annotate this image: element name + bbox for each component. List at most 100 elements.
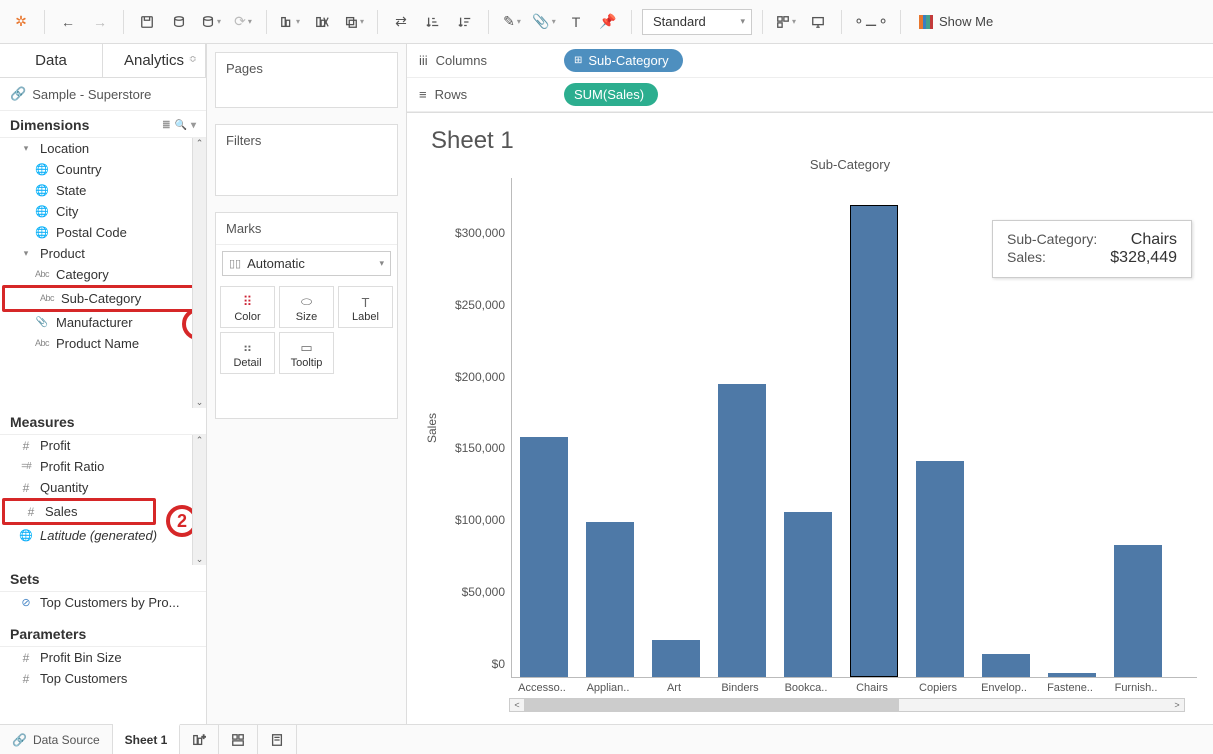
pages-card[interactable]: Pages	[215, 52, 398, 108]
sheet-tab-bar: 🔗Data Source Sheet 1 +	[0, 724, 1213, 754]
param-top-customers[interactable]: Top Customers	[0, 668, 206, 689]
save-button[interactable]	[134, 9, 160, 35]
tab-analytics[interactable]: Analytics≎	[103, 44, 206, 77]
measure-sales[interactable]: Sales	[2, 498, 156, 525]
xlabel: Art	[641, 678, 707, 694]
group-button[interactable]: 📎	[531, 9, 557, 35]
highlight-button[interactable]: ✎	[499, 9, 525, 35]
marks-tooltip-button[interactable]: ▭Tooltip	[279, 332, 334, 374]
presentation-mode-button[interactable]	[805, 9, 831, 35]
dimensions-scrollbar[interactable]: ⌃ ⌄	[192, 138, 206, 408]
bar-applian[interactable]	[586, 522, 634, 677]
view-canvas: iiiColumns ⊞ Sub-Category ≡Rows SUM(Sale…	[407, 44, 1213, 724]
parameters-header: Parameters	[0, 620, 206, 647]
bar-chairs[interactable]	[850, 205, 898, 677]
clear-sheet-button[interactable]	[309, 9, 335, 35]
chart-x-title: Sub-Category	[503, 157, 1197, 172]
new-dashboard-tab[interactable]	[219, 725, 258, 754]
view-as-list-icon[interactable]: ≣	[162, 120, 170, 131]
xlabel: Binders	[707, 678, 773, 694]
set-top-customers-by-profit[interactable]: Top Customers by Pro...	[0, 592, 206, 613]
show-cards-button[interactable]	[773, 9, 799, 35]
new-story-tab[interactable]	[258, 725, 297, 754]
bar-copiers[interactable]	[916, 461, 964, 677]
fit-mode-select[interactable]: Standard	[642, 9, 752, 35]
tab-data[interactable]: Data	[0, 44, 103, 77]
datasource-row[interactable]: 🔗 Sample - Superstore	[0, 78, 206, 111]
main-toolbar: ✲ ← → ⟳ ⇄ ✎ 📎 T 📌 Standard ⚬⚊⚬ Show Me	[0, 0, 1213, 44]
rows-pill-sum-sales[interactable]: SUM(Sales)	[564, 83, 658, 106]
scroll-left-button[interactable]: <	[510, 700, 524, 710]
filters-card-title: Filters	[216, 125, 397, 156]
tooltip-icon: ▭	[282, 339, 331, 357]
measures-scrollbar[interactable]: ⌃ ⌄	[192, 435, 206, 565]
bar-fastene[interactable]	[1048, 673, 1096, 677]
columns-shelf[interactable]: iiiColumns ⊞ Sub-Category	[407, 44, 1213, 78]
mark-type-value: Automatic	[247, 256, 305, 271]
bar-accesso[interactable]	[520, 437, 568, 677]
bar-bookca[interactable]	[784, 512, 832, 677]
rows-icon: ≡	[419, 87, 427, 102]
new-worksheet-button[interactable]	[277, 9, 303, 35]
sort-asc-button[interactable]	[420, 9, 446, 35]
pill-label: SUM(Sales)	[574, 87, 644, 102]
new-worksheet-tab[interactable]: +	[180, 725, 219, 754]
bar-binders[interactable]	[718, 384, 766, 677]
dim-location[interactable]: Location	[0, 138, 206, 159]
tab-data-source[interactable]: 🔗Data Source	[0, 725, 113, 754]
measure-profit[interactable]: Profit	[0, 435, 206, 456]
search-icon[interactable]: 🔍	[175, 120, 187, 131]
dim-country[interactable]: Country	[0, 159, 206, 180]
forward-button[interactable]: →	[87, 9, 113, 35]
bar-furnish[interactable]	[1114, 545, 1162, 677]
dim-city[interactable]: City	[0, 201, 206, 222]
filters-card[interactable]: Filters	[215, 124, 398, 196]
columns-shelf-label: Columns	[436, 53, 487, 68]
scroll-right-button[interactable]: >	[1170, 700, 1184, 710]
back-button[interactable]: ←	[55, 9, 81, 35]
share-button[interactable]: ⚬⚊⚬	[852, 9, 890, 35]
xlabel: Envelop..	[971, 678, 1037, 694]
mark-type-select[interactable]: ▯▯ Automatic	[222, 251, 391, 276]
measure-profit-ratio[interactable]: Profit Ratio	[0, 456, 206, 477]
menu-icon[interactable]: ▾	[191, 120, 196, 131]
dim-product-name[interactable]: Product Name	[0, 333, 206, 354]
data-sidebar: Data Analytics≎ 🔗 Sample - Superstore Di…	[0, 44, 207, 724]
new-datasource-button[interactable]	[166, 9, 192, 35]
dim-manufacturer[interactable]: Manufacturer	[0, 312, 206, 333]
plot-area[interactable]: Sub-Category:Chairs Sales:$328,449	[511, 178, 1197, 678]
bar-art[interactable]	[652, 640, 700, 677]
pause-updates-button[interactable]	[198, 9, 224, 35]
chart-container: Sheet 1 Sub-Category Sales $0$50,000$100…	[407, 113, 1213, 724]
shelves: iiiColumns ⊞ Sub-Category ≡Rows SUM(Sale…	[407, 44, 1213, 113]
param-profit-bin-size[interactable]: Profit Bin Size	[0, 647, 206, 668]
sheet-title[interactable]: Sheet 1	[431, 127, 1197, 155]
tab-sheet-1[interactable]: Sheet 1	[113, 724, 181, 754]
xlabel: Bookca..	[773, 678, 839, 694]
dim-sub-category[interactable]: Sub-Category	[2, 285, 204, 312]
tableau-logo-icon[interactable]: ✲	[8, 9, 34, 35]
marks-size-button[interactable]: ⬭Size	[279, 286, 334, 328]
xlabel: Furnish..	[1103, 678, 1169, 694]
xlabel: Fastene..	[1037, 678, 1103, 694]
pin-button[interactable]: 📌	[595, 9, 621, 35]
measure-quantity[interactable]: Quantity	[0, 477, 206, 498]
bar-envelop[interactable]	[982, 654, 1030, 677]
marks-label-button[interactable]: TLabel	[338, 286, 393, 328]
dim-postal-code[interactable]: Postal Code	[0, 222, 206, 243]
dim-state[interactable]: State	[0, 180, 206, 201]
sort-desc-button[interactable]	[452, 9, 478, 35]
show-me-label: Show Me	[939, 14, 993, 29]
chart-horizontal-scrollbar[interactable]: < >	[509, 698, 1185, 712]
marks-detail-button[interactable]: ⠶Detail	[220, 332, 275, 374]
show-me-button[interactable]: Show Me	[911, 8, 1001, 36]
columns-pill-subcategory[interactable]: ⊞ Sub-Category	[564, 49, 683, 72]
refresh-button[interactable]: ⟳	[230, 9, 256, 35]
marks-color-button[interactable]: ⠿Color	[220, 286, 275, 328]
dim-category[interactable]: Category	[0, 264, 206, 285]
duplicate-sheet-button[interactable]	[341, 9, 367, 35]
show-labels-button[interactable]: T	[563, 9, 589, 35]
rows-shelf[interactable]: ≡Rows SUM(Sales)	[407, 78, 1213, 112]
dim-product[interactable]: Product	[0, 243, 206, 264]
swap-axes-button[interactable]: ⇄	[388, 9, 414, 35]
